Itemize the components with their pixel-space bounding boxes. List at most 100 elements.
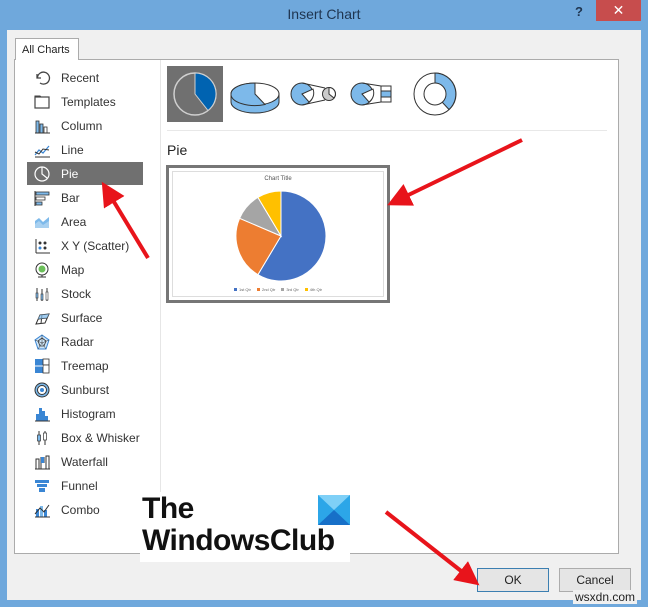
sidebar-item-label: Combo — [61, 502, 100, 517]
funnel-chart-icon — [33, 477, 51, 495]
3d-pie-subtype-icon — [230, 82, 280, 114]
pie-chart — [235, 190, 327, 282]
watermark-line2: WindowsClub — [142, 524, 335, 557]
sidebar-item-radar[interactable]: Radar — [27, 330, 143, 353]
sidebar-item-waterfall[interactable]: Waterfall — [27, 450, 143, 473]
sunburst-chart-icon — [33, 381, 51, 399]
sidebar-item-column[interactable]: Column — [27, 114, 143, 137]
map-chart-icon — [33, 261, 51, 279]
help-button[interactable]: ? — [572, 4, 586, 22]
sidebar-item-label: X Y (Scatter) — [61, 238, 130, 253]
sidebar-item-map[interactable]: Map — [27, 258, 143, 281]
site-watermark: wsxdn.com — [573, 590, 638, 604]
waterfall-chart-icon — [33, 453, 51, 471]
dialog-title: Insert Chart — [287, 6, 361, 22]
sidebar-item-box-whisker[interactable]: Box & Whisker — [27, 426, 143, 449]
sidebar-item-histogram[interactable]: Histogram — [27, 402, 143, 425]
bar-of-pie-subtype-icon — [350, 82, 392, 106]
sidebar-item-label: Templates — [61, 94, 116, 109]
ok-button[interactable]: OK — [477, 568, 549, 592]
windows-logo-icon — [318, 495, 350, 525]
subtype-doughnut[interactable] — [407, 66, 463, 122]
divider — [167, 130, 607, 131]
sidebar-item-pie[interactable]: Pie — [27, 162, 143, 185]
sidebar-item-surface[interactable]: Surface — [27, 306, 143, 329]
legend-swatch — [281, 288, 285, 291]
doughnut-subtype-icon — [413, 72, 457, 116]
legend-label: 2nd Qtr — [261, 287, 276, 292]
box-whisker-chart-icon — [33, 429, 51, 447]
subtype-pie[interactable] — [167, 66, 223, 122]
sidebar-item-line[interactable]: Line — [27, 138, 143, 161]
sidebar-item-funnel[interactable]: Funnel — [27, 474, 143, 497]
insert-chart-dialog: Insert Chart ? ✕ All Charts Recent Templa… — [0, 0, 648, 607]
legend-label: 1st Qtr — [238, 287, 251, 292]
pie-chart-icon — [33, 165, 51, 183]
area-chart-icon — [33, 213, 51, 231]
sidebar-item-bar[interactable]: Bar — [27, 186, 143, 209]
subtype-pie-of-pie[interactable] — [287, 66, 343, 122]
legend-item: 1st Qtr — [233, 287, 251, 292]
sidebar-item-label: Treemap — [61, 358, 109, 373]
sidebar-item-treemap[interactable]: Treemap — [27, 354, 143, 377]
sidebar-item-label: Area — [61, 214, 87, 229]
legend-swatch — [233, 288, 237, 291]
watermark-line1: The — [142, 492, 194, 525]
sidebar-item-label: Map — [61, 262, 85, 277]
pie-subtype-icon — [173, 72, 217, 116]
sidebar-item-x-y-scatter[interactable]: X Y (Scatter) — [27, 234, 143, 257]
recent-icon — [33, 69, 51, 87]
pie-of-pie-subtype-icon — [290, 82, 336, 106]
stock-chart-icon — [33, 285, 51, 303]
scatter-chart-icon — [33, 237, 51, 255]
chart-legend: 1st Qtr 2nd Qtr 3rd Qtr 4th Qtr — [173, 287, 383, 292]
sidebar-item-label: Sunburst — [61, 382, 110, 397]
tab-all-charts[interactable]: All Charts — [15, 38, 79, 60]
legend-item: 3rd Qtr — [281, 287, 299, 292]
column-chart-icon — [33, 117, 51, 135]
legend-label: 4th Qtr — [309, 287, 323, 292]
sidebar-item-label: Radar — [61, 334, 94, 349]
chart-preview[interactable]: Chart Title 1st Qtr 2nd Qtr 3rd Qtr 4th Qtr — [166, 165, 390, 303]
line-chart-icon — [33, 141, 51, 159]
chart-subtype-gallery — [167, 66, 463, 126]
combo-chart-icon — [33, 501, 51, 519]
cancel-button[interactable]: Cancel — [559, 568, 631, 592]
sidebar-item-label: Pie — [61, 166, 79, 181]
sidebar-item-label: Histogram — [61, 406, 116, 421]
templates-icon — [33, 93, 51, 111]
radar-chart-icon — [33, 333, 51, 351]
close-button[interactable]: ✕ — [596, 0, 641, 21]
surface-chart-icon — [33, 309, 51, 327]
subtype-bar-of-pie[interactable] — [347, 66, 403, 122]
sidebar-item-area[interactable]: Area — [27, 210, 143, 233]
sidebar-item-label: Box & Whisker — [61, 430, 140, 445]
sidebar-item-label: Line — [61, 142, 84, 157]
sidebar-item-label: Bar — [61, 190, 80, 205]
sidebar-item-templates[interactable]: Templates — [27, 90, 143, 113]
sidebar-item-label: Funnel — [61, 478, 98, 493]
bar-chart-icon — [33, 189, 51, 207]
sidebar-item-label: Stock — [61, 286, 92, 301]
sidebar-item-label: Waterfall — [61, 454, 108, 469]
legend-item: 2nd Qtr — [256, 287, 276, 292]
histogram-chart-icon — [33, 405, 51, 423]
subtype-3d-pie[interactable] — [227, 66, 283, 122]
legend-item: 4th Qtr — [304, 287, 323, 292]
legend-swatch — [256, 288, 260, 291]
title-bar: Insert Chart ? ✕ — [0, 0, 648, 30]
chart-type-list: Recent Templates Column Line Pie Bar Area X Y (… — [15, 60, 161, 553]
sidebar-item-label: Recent — [61, 70, 100, 85]
chart-type-title: Pie — [167, 142, 188, 158]
legend-label: 3rd Qtr — [286, 287, 299, 292]
treemap-chart-icon — [33, 357, 51, 375]
sidebar-item-recent[interactable]: Recent — [27, 66, 143, 89]
tab-panel: Recent Templates Column Line Pie Bar Area X Y (… — [14, 59, 619, 554]
sidebar-item-label: Column — [61, 118, 103, 133]
legend-swatch — [304, 288, 308, 291]
chart-preview-area: Chart Title 1st Qtr 2nd Qtr 3rd Qtr 4th Qtr — [172, 171, 384, 297]
sidebar-item-sunburst[interactable]: Sunburst — [27, 378, 143, 401]
sidebar-item-stock[interactable]: Stock — [27, 282, 143, 305]
sidebar-item-combo[interactable]: Combo — [27, 498, 143, 521]
watermark-logo: The WindowsClub — [140, 492, 350, 562]
